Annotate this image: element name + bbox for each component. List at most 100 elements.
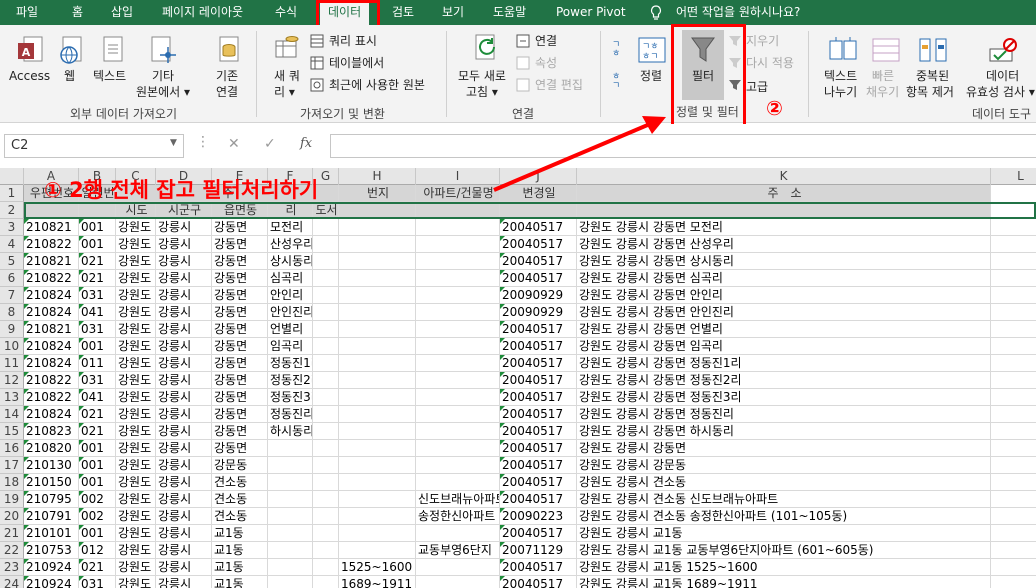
table-cell[interactable]: 강릉시	[156, 219, 212, 236]
table-cell[interactable]: 강원도 강릉시 강동면 정동진2리	[577, 372, 991, 389]
clear-button[interactable]: 지우기	[746, 33, 779, 49]
row-header[interactable]: 22	[0, 542, 24, 559]
table-cell[interactable]	[268, 508, 313, 525]
tab-data[interactable]: 데이터	[320, 2, 370, 25]
table-cell[interactable]: 002	[79, 508, 116, 525]
table-cell[interactable]: 강원도	[116, 253, 156, 270]
table-cell[interactable]	[991, 389, 1036, 406]
table-cell[interactable]	[416, 525, 500, 542]
table-cell[interactable]	[339, 542, 416, 559]
table-cell[interactable]	[416, 236, 500, 253]
tab-review[interactable]: 검토	[392, 0, 414, 25]
table-cell[interactable]: 강릉시	[156, 559, 212, 576]
table-cell[interactable]: 강원도 강릉시 강동면 정동진1리	[577, 355, 991, 372]
row-header[interactable]: 1	[0, 185, 24, 202]
header-cell-empty[interactable]	[500, 202, 577, 219]
header-cell-empty[interactable]	[416, 202, 500, 219]
table-cell[interactable]: 강릉시	[156, 304, 212, 321]
table-cell[interactable]	[339, 457, 416, 474]
table-cell[interactable]: 강릉시	[156, 321, 212, 338]
insert-function-icon[interactable]: fx	[300, 136, 312, 151]
properties-button[interactable]: 속성	[535, 55, 557, 71]
table-cell[interactable]: 강릉시	[156, 253, 212, 270]
tab-view[interactable]: 보기	[442, 0, 464, 25]
table-cell[interactable]	[416, 474, 500, 491]
table-cell[interactable]	[313, 355, 339, 372]
table-cell[interactable]: 강원도 강릉시 강동면 정동진리	[577, 406, 991, 423]
text-to-columns-label-1[interactable]: 텍스트	[824, 68, 857, 84]
table-cell[interactable]: 20040517	[500, 457, 577, 474]
remove-duplicates-label-1[interactable]: 중복된	[916, 68, 949, 84]
table-cell[interactable]: 001	[79, 457, 116, 474]
table-cell[interactable]	[339, 355, 416, 372]
table-cell[interactable]	[313, 253, 339, 270]
table-cell[interactable]: 강원도 강릉시 견소동 송정한신아파트 (101~105동)	[577, 508, 991, 525]
tab-formulas[interactable]: 수식	[275, 0, 297, 25]
row-header[interactable]: 13	[0, 389, 24, 406]
table-cell[interactable]	[991, 491, 1036, 508]
table-cell[interactable]: 강릉시	[156, 423, 212, 440]
table-cell[interactable]	[416, 372, 500, 389]
table-cell[interactable]	[416, 457, 500, 474]
table-cell[interactable]	[416, 559, 500, 576]
table-cell[interactable]: 20090929	[500, 287, 577, 304]
table-cell[interactable]: 002	[79, 491, 116, 508]
table-cell[interactable]: 20040517	[500, 389, 577, 406]
table-cell[interactable]	[416, 338, 500, 355]
table-cell[interactable]: 210822	[24, 270, 79, 287]
table-cell[interactable]: 신도브래뉴아파트	[416, 491, 500, 508]
header-cell-empty[interactable]	[339, 202, 416, 219]
table-cell[interactable]: 교1동	[212, 576, 268, 588]
table-cell[interactable]	[991, 457, 1036, 474]
text-to-columns-label-2[interactable]: 나누기	[824, 84, 857, 100]
table-cell[interactable]	[339, 423, 416, 440]
header-cell-changed[interactable]: 변경일	[500, 185, 577, 202]
table-cell[interactable]	[268, 457, 313, 474]
table-cell[interactable]: 임곡리	[268, 338, 313, 355]
table-cell[interactable]: 강동면	[212, 321, 268, 338]
table-cell[interactable]: 20071129	[500, 542, 577, 559]
from-table-button[interactable]: 테이블에서	[329, 55, 384, 71]
table-cell[interactable]	[313, 236, 339, 253]
tab-home[interactable]: 홈	[72, 0, 83, 25]
table-cell[interactable]	[313, 287, 339, 304]
table-cell[interactable]: 강동면	[212, 236, 268, 253]
row-header[interactable]: 20	[0, 508, 24, 525]
remove-duplicates-label-2[interactable]: 항목 제거	[906, 84, 954, 100]
table-cell[interactable]	[416, 576, 500, 588]
table-cell[interactable]: 210824	[24, 406, 79, 423]
table-cell[interactable]: 20040517	[500, 440, 577, 457]
table-cell[interactable]	[313, 491, 339, 508]
table-cell[interactable]	[991, 287, 1036, 304]
edit-links-button[interactable]: 연결 편집	[535, 77, 583, 93]
table-cell[interactable]: 210924	[24, 576, 79, 588]
table-cell[interactable]	[991, 355, 1036, 372]
table-cell[interactable]	[313, 304, 339, 321]
table-cell[interactable]: 강릉시	[156, 525, 212, 542]
table-cell[interactable]: 001	[79, 236, 116, 253]
table-cell[interactable]: 상시동리	[268, 253, 313, 270]
header-cell-address[interactable]: 주 소	[577, 185, 991, 202]
table-cell[interactable]	[416, 423, 500, 440]
table-cell[interactable]	[313, 423, 339, 440]
table-cell[interactable]: 강원도	[116, 525, 156, 542]
row-header[interactable]: 3	[0, 219, 24, 236]
sort-button[interactable]: 정렬	[640, 68, 662, 84]
table-cell[interactable]	[268, 491, 313, 508]
table-cell[interactable]: 210791	[24, 508, 79, 525]
table-cell[interactable]	[991, 219, 1036, 236]
table-cell[interactable]: 견소동	[212, 491, 268, 508]
table-cell[interactable]: 강원도	[116, 219, 156, 236]
table-cell[interactable]: 210753	[24, 542, 79, 559]
table-cell[interactable]: 강원도 강릉시 강동면 상시동리	[577, 253, 991, 270]
table-cell[interactable]: 강릉시	[156, 474, 212, 491]
table-cell[interactable]	[991, 525, 1036, 542]
table-cell[interactable]: 강동면	[212, 440, 268, 457]
table-cell[interactable]	[339, 491, 416, 508]
table-cell[interactable]: 강릉시	[156, 355, 212, 372]
row-header[interactable]: 6	[0, 270, 24, 287]
row-header[interactable]: 15	[0, 423, 24, 440]
table-cell[interactable]: 강문동	[212, 457, 268, 474]
table-cell[interactable]	[991, 406, 1036, 423]
table-cell[interactable]: 1689~1911	[339, 576, 416, 588]
